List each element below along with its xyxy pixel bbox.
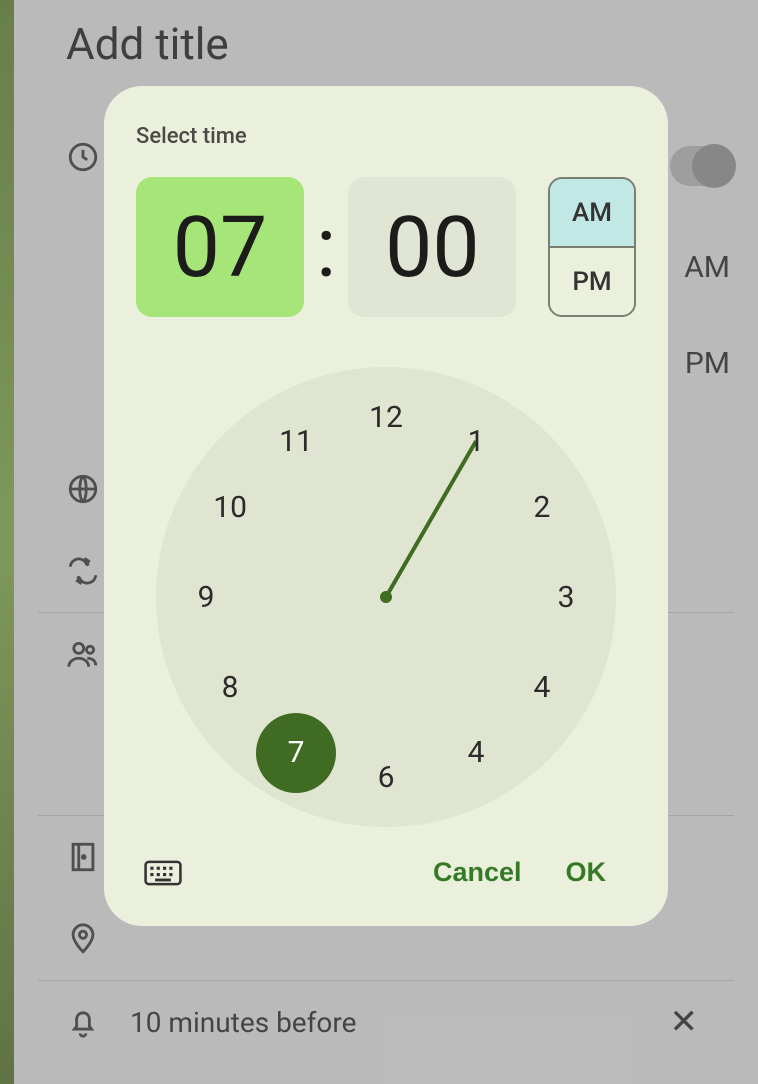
clock-hour[interactable]: 6	[362, 753, 410, 801]
clock-hour[interactable]: 3	[542, 573, 590, 621]
clock-face[interactable]: 121234467891011	[156, 367, 616, 827]
clock-hour[interactable]: 9	[182, 573, 230, 621]
cancel-button[interactable]: Cancel	[411, 847, 544, 898]
ampm-toggle: AM PM	[548, 177, 636, 317]
clock-hour[interactable]: 4	[452, 729, 500, 777]
clock-hour[interactable]: 11	[272, 417, 320, 465]
clock-hour-selected[interactable]: 7	[256, 713, 336, 793]
pm-button[interactable]: PM	[550, 246, 634, 315]
keyboard-icon[interactable]	[144, 859, 182, 887]
dialog-title: Select time	[136, 124, 636, 149]
clock-hour[interactable]: 8	[206, 663, 254, 711]
am-button[interactable]: AM	[550, 179, 634, 246]
clock-hour[interactable]: 4	[518, 663, 566, 711]
clock-hour[interactable]: 2	[518, 483, 566, 531]
clock-hour[interactable]: 10	[206, 483, 254, 531]
time-colon: :	[314, 198, 338, 297]
hour-field[interactable]: 07	[136, 177, 304, 317]
ok-button[interactable]: OK	[544, 847, 629, 898]
minute-field[interactable]: 00	[348, 177, 516, 317]
clock-hour[interactable]: 1	[452, 417, 500, 465]
clock-hour[interactable]: 12	[362, 393, 410, 441]
time-picker-dialog: Select time 07 : 00 AM PM 12123446789101…	[104, 86, 668, 926]
